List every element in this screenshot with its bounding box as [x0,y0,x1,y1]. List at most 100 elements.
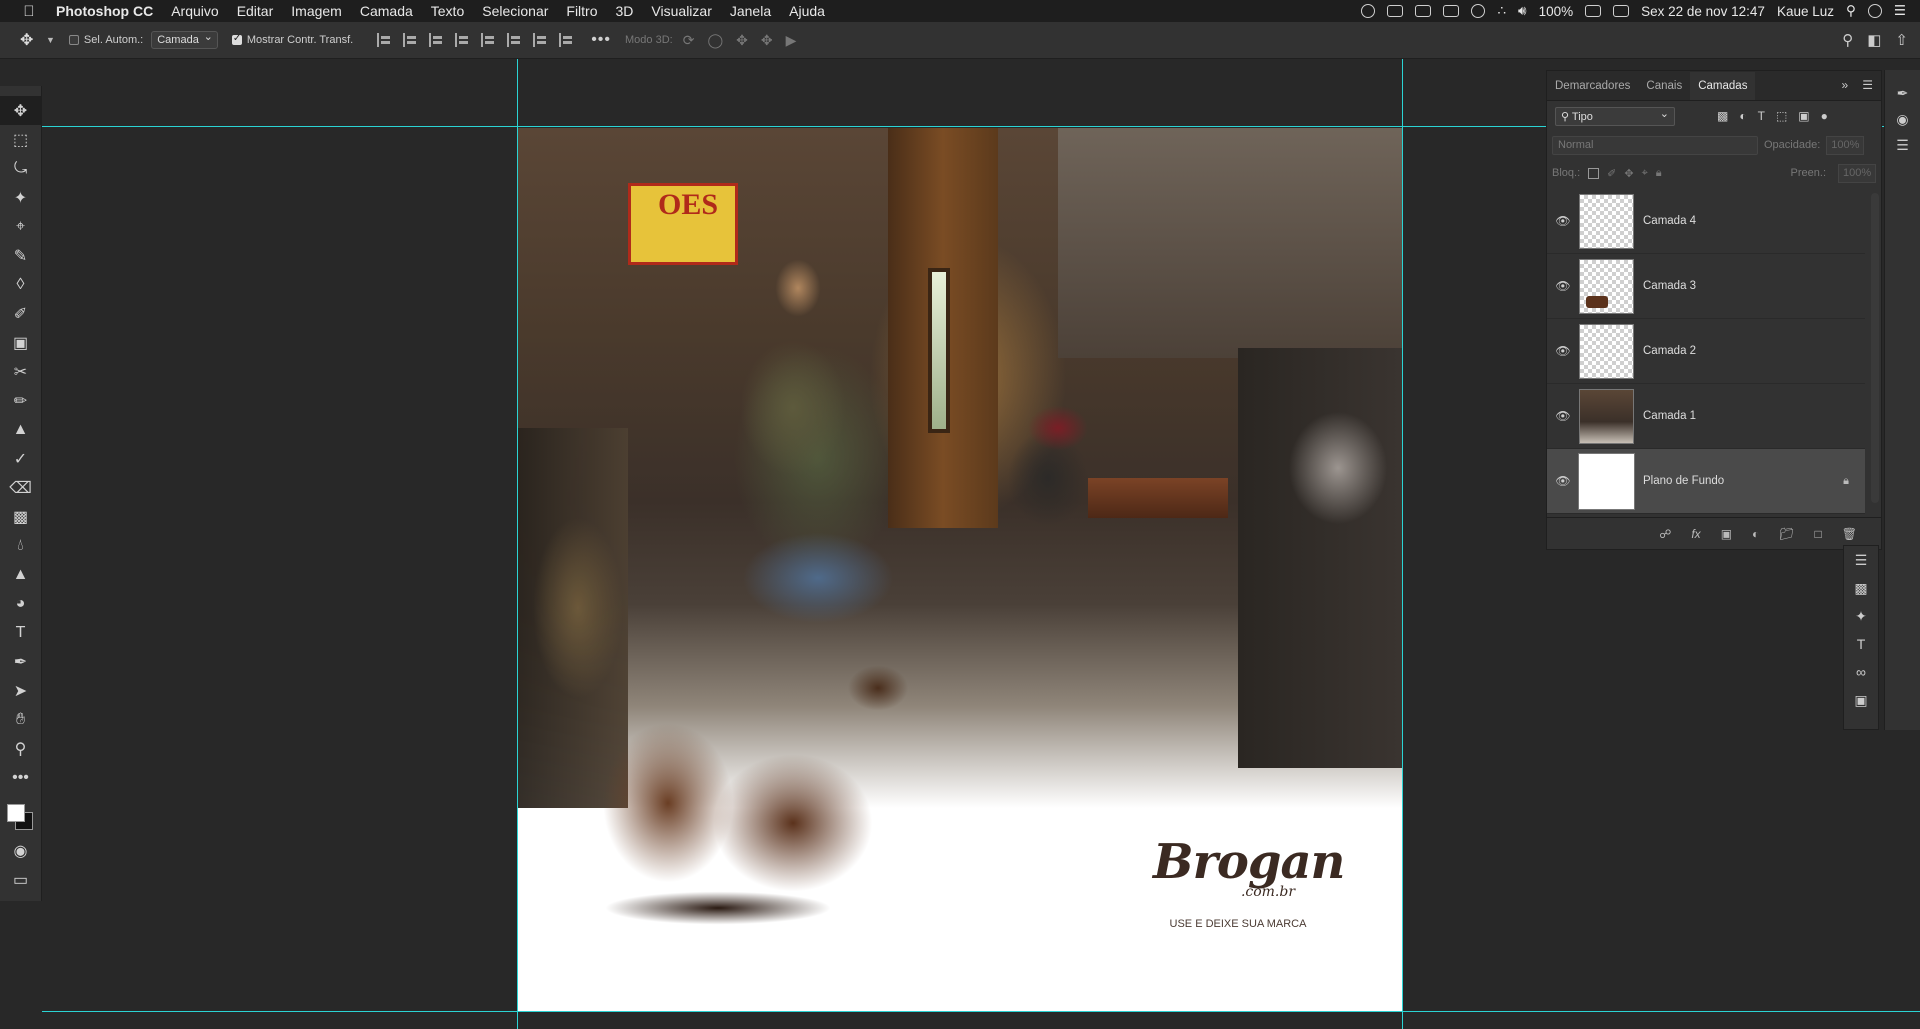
visibility-eye-icon[interactable]: 👁︎ [1547,214,1579,228]
layers-scrollbar[interactable] [1871,193,1879,503]
layer-row-background[interactable]: 👁︎ Plano de Fundo 🔒︎ [1547,449,1865,514]
menu-3d[interactable]: 3D [607,3,643,19]
auto-select-checkbox[interactable]: Sel. Autom.: [68,34,143,46]
collapse-panel-icon[interactable]: » [1842,78,1849,92]
adjustment-layer-icon[interactable]: ◐ [1752,527,1759,541]
spotlight-search-icon[interactable]: ⚲ [1846,3,1856,19]
search-icon[interactable]: ⚲ [1842,31,1853,49]
menu-selecionar[interactable]: Selecionar [473,3,557,19]
clock[interactable]: Sex 22 de nov 12:47 [1641,4,1765,19]
guide-vertical-right[interactable] [1402,59,1403,1029]
workspace-icon[interactable]: ◧ [1867,31,1881,49]
layer-row-camada-2[interactable]: 👁︎ Camada 2 [1547,319,1865,384]
display-icon[interactable] [1415,5,1432,17]
wifi-icon[interactable]: ∴ [1497,3,1506,19]
lock-pixels-icon[interactable]: ✐ [1607,167,1616,180]
layer-thumbnail[interactable] [1578,452,1635,510]
eyedropper-tool-icon[interactable]: ✎ [0,241,41,270]
pen-tool-icon[interactable]: ✒ [0,647,41,676]
align-center-icon[interactable] [403,33,417,47]
filter-shape-icon[interactable]: ⬚ [1776,109,1787,123]
tab-layers[interactable]: Camadas [1690,72,1756,100]
more-tools-icon[interactable]: ••• [0,763,41,792]
filter-toggle-icon[interactable]: ● [1821,109,1828,123]
layer-filter-dropdown[interactable]: ⚲ Tipo [1555,106,1675,126]
lock-transparent-icon[interactable] [1588,167,1600,179]
paint-brush-tool-icon[interactable]: ✏ [0,386,41,415]
clone-stamp-tool-icon[interactable]: ▲ [0,415,41,444]
blur-tool-icon[interactable]: 💧︎ [0,531,41,560]
auto-select-target-dropdown[interactable]: Camada [151,30,218,49]
fx-icon[interactable]: fx [1691,527,1700,541]
menu-arquivo[interactable]: Arquivo [162,3,227,19]
foreground-color-swatch[interactable] [7,804,25,822]
window-icon[interactable] [1443,5,1460,17]
visibility-eye-icon[interactable]: 👁︎ [1547,474,1579,488]
lock-position-icon[interactable]: ✥ [1624,167,1633,180]
stamp-tool-icon[interactable]: ▣ [0,328,41,357]
filter-smart-object-icon[interactable]: ▣ [1798,109,1809,123]
align-top-icon[interactable] [481,33,495,47]
cloud-upload-icon[interactable] [1471,4,1486,18]
layer-thumbnail[interactable] [1579,388,1634,444]
lock-artboard-icon[interactable]: ⌖ [1642,167,1648,180]
slide-3d-icon[interactable]: ✥ [761,32,773,49]
layer-name[interactable]: Plano de Fundo [1643,475,1724,487]
blend-mode-dropdown[interactable]: Normal [1552,135,1758,155]
link-layers-icon[interactable]: ☍ [1659,527,1671,541]
properties-icon[interactable]: ☰ [1844,546,1878,574]
menu-visualizar[interactable]: Visualizar [642,3,720,19]
new-group-icon[interactable]: 📁︎ [1779,527,1794,541]
apple-icon[interactable]:  [20,3,38,20]
paragraph-icon[interactable]: ∞ [1844,658,1878,686]
opacity-field[interactable]: 100% [1826,135,1865,155]
brush-tool-icon[interactable]: ✐ [0,299,41,328]
align-middle-icon[interactable] [507,33,521,47]
battery-icon[interactable] [1585,5,1602,17]
roll-3d-icon[interactable]: ◯ [707,32,723,49]
filter-pixel-icon[interactable]: ▩ [1717,109,1728,123]
user-name[interactable]: Kaue Luz [1777,4,1834,19]
menu-imagem[interactable]: Imagem [282,3,351,19]
distribute-vertical-icon[interactable] [559,33,573,47]
magic-wand-tool-icon[interactable]: ✦ [0,183,41,212]
new-layer-icon[interactable]: □ [1815,527,1822,541]
scale-3d-icon[interactable]: ▶ [786,32,797,49]
quick-mask-icon[interactable]: ◉ [0,836,41,865]
layer-thumbnail[interactable] [1579,193,1634,249]
filter-adjustment-icon[interactable]: ◐ [1739,109,1746,123]
layer-name[interactable]: Camada 1 [1643,410,1696,422]
lasso-tool-icon[interactable]: ⤿ [0,154,41,183]
distribute-horizontal-icon[interactable] [455,33,469,47]
menu-editar[interactable]: Editar [228,3,283,19]
marquee-tool-icon[interactable]: ⬚ [0,125,41,154]
align-right-icon[interactable] [429,33,443,47]
creative-cloud-icon[interactable] [1361,4,1376,18]
siri-icon[interactable] [1867,4,1882,18]
libraries-icon[interactable]: ▣ [1844,686,1878,714]
visibility-eye-icon[interactable]: 👁︎ [1547,344,1579,358]
menu-filtro[interactable]: Filtro [557,3,606,19]
move-tool-icon[interactable]: ✥ [20,30,42,50]
auto-select-box[interactable] [68,35,79,45]
dodge-tool-icon[interactable]: ▲ [0,560,41,589]
share-icon[interactable]: ⇧ [1895,31,1908,49]
visibility-eye-icon[interactable]: 👁︎ [1547,279,1579,293]
character-icon[interactable]: T [1844,630,1878,658]
menu-app-name[interactable]: Photoshop CC [56,3,162,19]
menu-janela[interactable]: Janela [721,3,780,19]
layer-thumbnail[interactable] [1579,258,1634,314]
more-options-icon[interactable]: ••• [591,31,611,49]
paths-panel-icon[interactable]: ✒ [1885,80,1920,106]
camera-icon[interactable] [1387,5,1404,17]
gradient-tool-icon[interactable]: ▩ [0,502,41,531]
panel-menu-icon[interactable]: ☰ [1862,78,1873,92]
add-mask-icon[interactable]: ▣ [1721,527,1732,541]
tool-preset-chevron-icon[interactable]: ▼ [46,35,55,45]
orbit-3d-icon[interactable]: ⟳ [683,32,695,49]
volume-icon[interactable]: 🔊︎ [1518,3,1527,19]
document-canvas[interactable]: OES Brogan .com.br USE E DEIXE SUA MARCA [518,128,1402,1012]
layer-row-camada-3[interactable]: 👁︎ Camada 3 [1547,254,1865,319]
layer-row-camada-4[interactable]: 👁︎ Camada 4 [1547,189,1865,254]
layer-thumbnail[interactable] [1579,323,1634,379]
